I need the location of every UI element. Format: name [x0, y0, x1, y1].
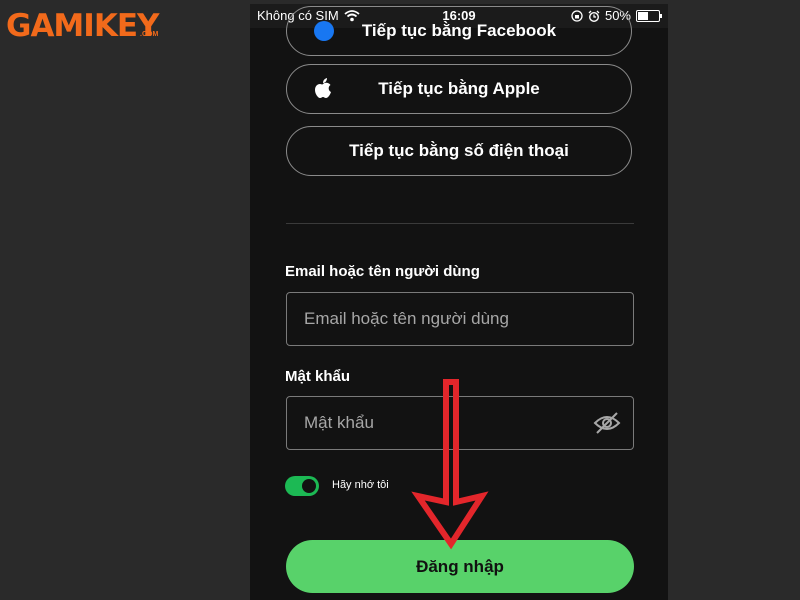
- gamikey-watermark: GAMIKEY .COM: [6, 6, 176, 48]
- continue-apple-label: Tiếp tục bằng Apple: [378, 79, 540, 98]
- watermark-brand: GAMIKEY: [6, 8, 159, 44]
- watermark-domain: .COM: [140, 31, 159, 38]
- email-input[interactable]: Email hoặc tên người dùng: [286, 292, 634, 346]
- continue-phone-button[interactable]: Tiếp tục bằng số điện thoại: [286, 126, 632, 176]
- eye-off-icon[interactable]: [593, 411, 621, 440]
- continue-facebook-button[interactable]: Tiếp tục bằng Facebook: [286, 6, 632, 56]
- login-label: Đăng nhập: [416, 556, 504, 576]
- password-placeholder: Mật khẩu: [304, 413, 374, 432]
- battery-icon: [636, 9, 662, 22]
- email-placeholder: Email hoặc tên người dùng: [304, 309, 509, 328]
- continue-apple-button[interactable]: Tiếp tục bằng Apple: [286, 64, 632, 114]
- remember-me-label: Hãy nhớ tôi: [332, 479, 389, 491]
- section-divider: [286, 223, 634, 224]
- email-label: Email hoặc tên người dùng: [285, 263, 480, 280]
- continue-facebook-label: Tiếp tục bằng Facebook: [361, 21, 557, 40]
- continue-phone-label: Tiếp tục bằng số điện thoại: [349, 141, 569, 160]
- password-label: Mật khẩu: [285, 368, 351, 385]
- arrow-down-annotation: [411, 379, 489, 550]
- apple-icon: [313, 65, 333, 113]
- facebook-icon: [313, 7, 335, 55]
- remember-me-toggle[interactable]: [285, 476, 319, 496]
